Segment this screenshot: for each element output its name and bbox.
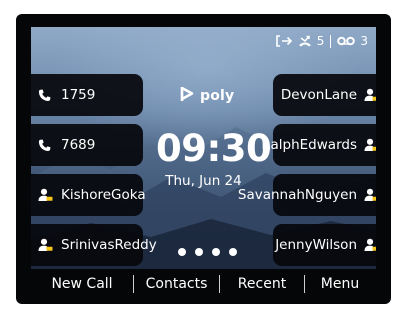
speed-dial-ralph-edwards[interactable]: Ralph Edwards [261, 124, 376, 166]
contact-last-name: Nguyen [304, 186, 357, 203]
page-dot[interactable] [195, 248, 203, 256]
line-key-label: 1759 [61, 86, 96, 103]
line-key-label: 7689 [61, 136, 96, 153]
speed-dial-savannah-nguyen[interactable]: Savannah Nguyen [238, 174, 376, 216]
speed-dial-srinivas-reddy[interactable]: Srinivas Reddy [31, 224, 157, 266]
contact-last-name: Reddy [114, 236, 157, 253]
status-bar: 5 3 [275, 31, 368, 51]
poly-logo: poly [178, 85, 234, 107]
phone-bezel: 5 3 1759 7689 Kishore Goka Srinivas Reddy … [16, 14, 391, 304]
logo-wordmark: poly [200, 88, 235, 104]
missed-calls-count: 5 [316, 34, 325, 48]
contact-last-name: Edwards [299, 136, 357, 153]
contact-first-name: Srinivas [61, 236, 115, 253]
contact-icon [364, 174, 376, 216]
contact-first-name: Kishore [61, 186, 112, 203]
contact-icon [364, 124, 376, 166]
page-dot[interactable] [178, 248, 186, 256]
speed-dial-kishore-goka[interactable]: Kishore Goka [31, 174, 146, 216]
contact-last-name: Goka [111, 186, 146, 203]
missed-call-icon [298, 35, 312, 47]
page-dot[interactable] [212, 248, 220, 256]
contact-icon [38, 224, 53, 266]
contact-icon [38, 174, 53, 216]
contact-first-name: Savannah [237, 186, 305, 203]
line-key-1[interactable]: 1759 [31, 74, 143, 116]
contact-last-name: Wilson [312, 236, 357, 253]
contacts-softkey[interactable]: Contacts [134, 276, 219, 292]
phone-icon [38, 74, 51, 116]
status-divider [330, 34, 332, 48]
contact-first-name: Devon [280, 86, 325, 103]
call-forward-icon [275, 35, 293, 47]
new-call-softkey[interactable]: New Call [31, 276, 133, 292]
recent-softkey[interactable]: Recent [220, 276, 304, 292]
contact-last-name: Lane [324, 86, 357, 103]
voicemail-count: 3 [360, 34, 368, 48]
poly-propeller-icon [178, 85, 196, 107]
line-key-2[interactable]: 7689 [31, 124, 143, 166]
phone-icon [38, 124, 51, 166]
home-screen: 5 3 1759 7689 Kishore Goka Srinivas Reddy … [31, 27, 376, 269]
contact-icon [364, 74, 376, 116]
softkey-bar: New Call Contacts Recent Menu [31, 269, 376, 299]
page-dot[interactable] [229, 248, 237, 256]
contact-icon [364, 224, 376, 266]
clock-date: Thu, Jun 24 [165, 173, 242, 189]
page-indicator[interactable] [178, 248, 237, 256]
menu-softkey[interactable]: Menu [305, 276, 375, 292]
contact-first-name: Jenny [275, 236, 313, 253]
voicemail-icon [337, 36, 356, 46]
clock-time: 09:30 [156, 127, 272, 170]
speed-dial-jenny-wilson[interactable]: Jenny Wilson [273, 224, 376, 266]
speed-dial-devon-lane[interactable]: Devon Lane [273, 74, 376, 116]
